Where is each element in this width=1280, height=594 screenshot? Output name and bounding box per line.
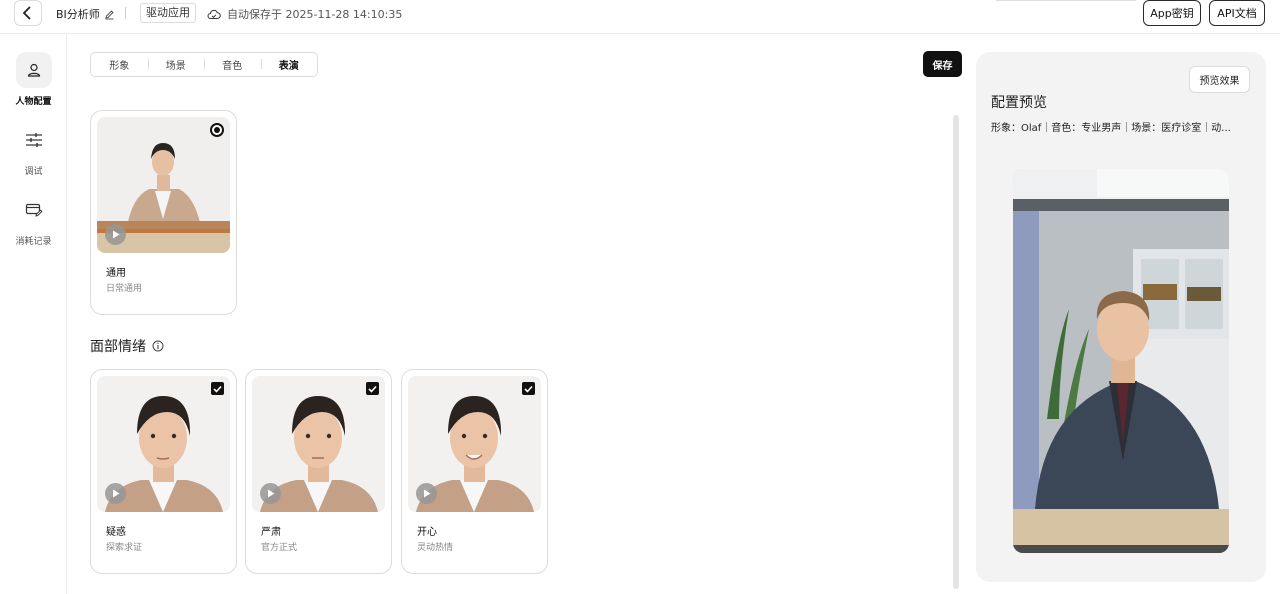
- checkbox-checked-icon[interactable]: [211, 382, 224, 395]
- config-tabs: 形象 场景 音色 表演: [90, 52, 318, 77]
- app-key-button[interactable]: App密钥: [1143, 0, 1201, 26]
- emotion-card-happy[interactable]: 开心 灵动热情: [401, 369, 548, 574]
- api-doc-button[interactable]: API文档: [1209, 0, 1265, 26]
- card-edit-icon: [25, 203, 43, 217]
- avatar-thumbnail: [97, 376, 230, 512]
- divider: [125, 7, 126, 19]
- scrollbar[interactable]: [953, 115, 959, 589]
- back-button[interactable]: [14, 0, 42, 26]
- card-subtitle: 探索求证: [106, 543, 143, 553]
- checkbox-checked-icon[interactable]: [522, 382, 535, 395]
- selected-radio-icon[interactable]: [210, 123, 224, 137]
- play-button[interactable]: [260, 483, 281, 504]
- card-title: 通用: [106, 268, 126, 279]
- play-button[interactable]: [105, 483, 126, 504]
- card-title: 疑惑: [106, 527, 126, 538]
- emotion-card-confused[interactable]: 疑惑 探索求证: [90, 369, 237, 574]
- emotion-card-serious[interactable]: 严肃 官方正式: [245, 369, 392, 574]
- app-name: BI分析师: [56, 6, 115, 22]
- check-icon: [213, 385, 222, 393]
- facial-emotion-heading: 面部情绪: [90, 336, 164, 356]
- search-bar-edge: [996, 0, 1136, 1]
- avatar-thumbnail: [408, 376, 541, 512]
- info-icon[interactable]: [152, 340, 164, 352]
- sidebar-item-label: 调试: [24, 167, 43, 177]
- sidebar-item-label: 人物配置: [15, 97, 52, 107]
- sidebar-icon-bg: [16, 192, 52, 228]
- avatar-thumbnail: [252, 376, 385, 512]
- play-button[interactable]: [105, 224, 126, 245]
- person-icon: [27, 63, 40, 77]
- chevron-left-icon: [22, 6, 31, 20]
- cloud-icon: [207, 9, 221, 19]
- tab-scene[interactable]: 场景: [147, 57, 205, 72]
- edit-pencil-icon[interactable]: [104, 9, 115, 20]
- card-subtitle: 日常通用: [106, 284, 143, 294]
- sidebar-icon-bg: [15, 52, 52, 88]
- config-preview-panel: 预览效果 配置预览 形象：Olaf｜音色：专业男声｜场景：医疗诊室｜动...: [976, 52, 1266, 582]
- tab-voice[interactable]: 音色: [204, 57, 261, 72]
- play-icon: [423, 489, 430, 498]
- autosave-status: 自动保存于 2025-11-28 14:10:35: [207, 6, 402, 22]
- avatar-thumbnail: [97, 117, 230, 253]
- sidebar-icon-bg: [16, 122, 52, 158]
- tab-appearance[interactable]: 形象: [91, 57, 148, 72]
- sidebar-item-usage-records[interactable]: 消耗记录: [0, 192, 67, 247]
- sidebar-item-character-config[interactable]: 人物配置: [0, 52, 67, 107]
- clinic-avatar-image: [1013, 169, 1229, 553]
- top-bar: BI分析师 驱动应用 自动保存于 2025-11-28 14:10:35 App…: [0, 0, 1280, 34]
- autosave-text: 自动保存于 2025-11-28 14:10:35: [227, 8, 403, 21]
- sidebar-item-debug[interactable]: 调试: [0, 122, 67, 177]
- play-button[interactable]: [416, 483, 437, 504]
- app-name-text: BI分析师: [56, 8, 100, 21]
- check-icon: [524, 385, 533, 393]
- card-title: 严肃: [261, 527, 281, 538]
- tab-performance[interactable]: 表演: [260, 57, 318, 72]
- card-subtitle: 官方正式: [261, 543, 298, 553]
- play-icon: [112, 489, 119, 498]
- check-icon: [368, 385, 377, 393]
- play-icon: [112, 230, 119, 239]
- play-icon: [267, 489, 274, 498]
- sidebar-item-label: 消耗记录: [15, 237, 52, 247]
- sliders-icon: [25, 133, 42, 147]
- card-title: 开心: [417, 527, 437, 538]
- save-button[interactable]: 保存: [923, 51, 962, 77]
- card-subtitle: 灵动热情: [417, 543, 454, 553]
- driver-app-tag: 驱动应用: [140, 3, 196, 23]
- sidebar: 人物配置 调试 消耗记录: [0, 34, 67, 594]
- section-title-text: 面部情绪: [90, 339, 146, 355]
- preview-title: 配置预览: [991, 95, 1047, 111]
- checkbox-checked-icon[interactable]: [366, 382, 379, 395]
- preview-effect-button[interactable]: 预览效果: [1189, 66, 1250, 93]
- preview-image: [1013, 169, 1229, 553]
- performance-card-general[interactable]: 通用 日常通用: [90, 110, 237, 315]
- preview-summary: 形象：Olaf｜音色：专业男声｜场景：医疗诊室｜动...: [991, 123, 1231, 134]
